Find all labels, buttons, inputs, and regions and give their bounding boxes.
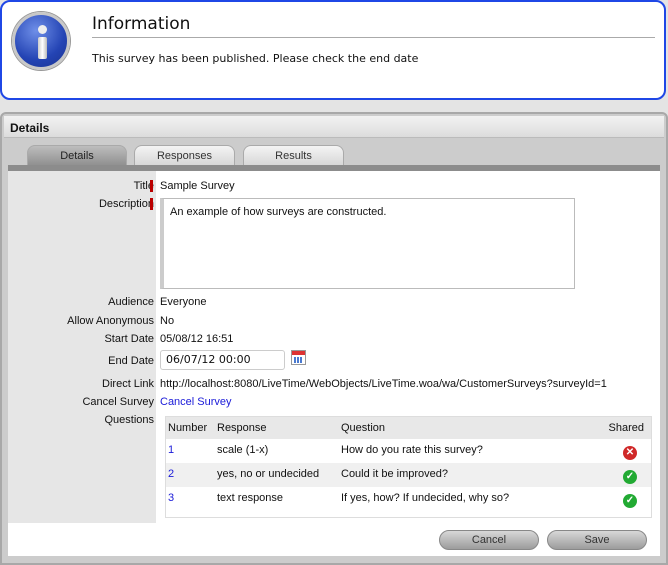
- response-cell: text response: [217, 492, 284, 504]
- divider: [92, 37, 655, 38]
- question-number-link[interactable]: 2: [168, 468, 174, 480]
- question-cell: If yes, how? If undecided, why so?: [341, 492, 510, 504]
- info-icon: [12, 12, 70, 70]
- details-form: Title Sample Survey Description An examp…: [8, 171, 660, 556]
- save-button[interactable]: Save: [547, 530, 647, 550]
- cancel-button[interactable]: Cancel: [439, 530, 539, 550]
- header-question: Question: [341, 422, 386, 434]
- info-message: This survey has been published. Please c…: [92, 52, 419, 65]
- tab-results[interactable]: Results: [243, 145, 344, 166]
- questions-label: Questions: [104, 414, 154, 426]
- end-date-input[interactable]: 06/07/12 00:00: [160, 350, 285, 370]
- question-cell: How do you rate this survey?: [341, 444, 483, 456]
- panel-title: Details: [4, 116, 664, 138]
- allow-anonymous-value: No: [160, 315, 175, 327]
- required-marker: [150, 180, 153, 192]
- question-number-link[interactable]: 1: [168, 444, 174, 456]
- table-header: Number Response Question Shared: [166, 417, 651, 439]
- table-row: 2 yes, no or undecided Could it be impro…: [166, 463, 651, 487]
- start-date-value: 05/08/12 16:51: [160, 333, 234, 345]
- header-shared: Shared: [608, 422, 644, 434]
- tab-responses[interactable]: Responses: [134, 145, 235, 166]
- response-cell: yes, no or undecided: [217, 468, 320, 480]
- audience-value: Everyone: [160, 296, 207, 308]
- end-date-label: End Date: [108, 355, 154, 367]
- label-column: [8, 171, 156, 523]
- cancel-survey-link[interactable]: Cancel Survey: [160, 396, 232, 408]
- question-number-link[interactable]: 3: [168, 492, 174, 504]
- start-date-label: Start Date: [104, 333, 154, 345]
- direct-link-label: Direct Link: [102, 378, 154, 390]
- required-marker: [150, 198, 153, 210]
- cancel-survey-label: Cancel Survey: [82, 396, 154, 408]
- direct-link-value: http://localhost:8080/LiveTime/WebObject…: [160, 378, 607, 390]
- table-row: 1 scale (1-x) How do you rate this surve…: [166, 439, 651, 463]
- title-value[interactable]: Sample Survey: [160, 180, 235, 192]
- description-label: Description: [98, 198, 154, 210]
- info-title: Information: [92, 14, 191, 34]
- calendar-icon[interactable]: [291, 350, 306, 365]
- allow-anonymous-label: Allow Anonymous: [67, 315, 154, 327]
- response-cell: scale (1-x): [217, 444, 269, 456]
- shared-check-icon: ✓: [623, 494, 637, 508]
- header-number: Number: [168, 422, 208, 434]
- details-panel: Details Details Responses Results Title …: [0, 112, 668, 565]
- header-response: Response: [217, 422, 267, 434]
- tab-details[interactable]: Details: [27, 145, 127, 166]
- questions-table: Number Response Question Shared 1 scale …: [165, 416, 652, 518]
- info-message-box: Information This survey has been publish…: [0, 0, 666, 100]
- question-cell: Could it be improved?: [341, 468, 449, 480]
- table-row: 3 text response If yes, how? If undecide…: [166, 487, 651, 511]
- shared-check-icon: ✓: [623, 470, 637, 484]
- not-shared-icon: ✕: [623, 446, 637, 460]
- audience-label: Audience: [108, 296, 154, 308]
- description-textarea[interactable]: An example of how surveys are constructe…: [160, 198, 575, 289]
